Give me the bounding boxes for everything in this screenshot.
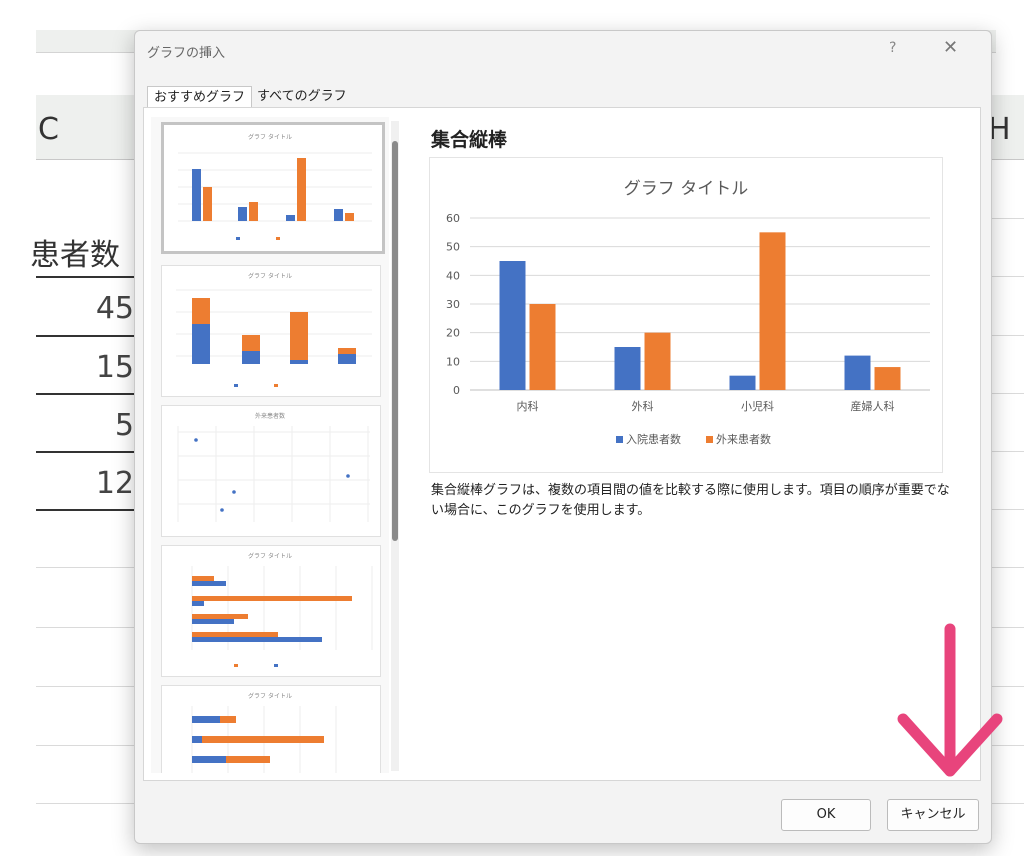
tab-all-charts[interactable]: すべてのグラフ — [251, 86, 353, 108]
thumbnail-scatter[interactable]: 外来患者数 — [161, 405, 381, 537]
bar-series2 — [644, 332, 671, 390]
legend-swatch — [706, 436, 713, 443]
bar-series2 — [759, 232, 786, 390]
y-tick-label: 0 — [453, 384, 460, 397]
bar-series2 — [529, 304, 556, 390]
x-tick-label: 産婦人科 — [851, 399, 895, 413]
column-header-c-label: C — [38, 112, 59, 147]
y-tick-label: 20 — [446, 327, 460, 340]
chart-preview-pane: 集合縦棒 グラフ タイトル 0 10 20 30 40 50 60 内科 外科 小児科 産婦人科入院患… — [421, 117, 967, 773]
cell-value[interactable]: 45 — [34, 291, 134, 326]
x-tick-label: 小児科 — [741, 399, 774, 413]
y-tick-label: 50 — [446, 241, 460, 254]
cell-value[interactable]: 15 — [34, 350, 134, 385]
down-arrow-annotation-icon — [897, 623, 1003, 777]
chart-thumbnail-list: グラフ タイトル グラフ タイトル 外来患者数 グラフ タイトル グラフ タイト… — [151, 117, 389, 773]
thumbnail-stacked-column[interactable]: グラフ タイトル — [161, 265, 381, 397]
chart-description: 集合縦棒グラフは、複数の項目間の値を比較する際に使用します。項目の順序が重要でな… — [431, 483, 950, 518]
tab-recommended-charts[interactable]: おすすめグラフ — [147, 86, 253, 109]
bar-series1 — [729, 375, 756, 390]
legend-swatch — [616, 436, 623, 443]
thumbnail-title: グラフ タイトル — [248, 133, 292, 141]
thumbnail-title: 外来患者数 — [255, 412, 285, 420]
y-tick-label: 30 — [446, 298, 460, 311]
bar-series1 — [499, 261, 526, 390]
y-tick-label: 40 — [446, 269, 460, 282]
cancel-button[interactable]: キャンセル — [887, 799, 979, 831]
x-tick-label: 内科 — [517, 399, 539, 413]
x-tick-label: 外科 — [632, 399, 654, 413]
cell-value[interactable]: 12 — [34, 466, 134, 501]
thumbnail-title: グラフ タイトル — [248, 272, 292, 280]
chart-svg: グラフ タイトル 0 10 20 30 40 50 60 内科 外科 小児科 産婦人科入院患者数 外来患… — [446, 179, 930, 446]
y-tick-label: 60 — [446, 212, 460, 225]
thumbnail-clustered-column[interactable]: グラフ タイトル — [161, 122, 385, 254]
selected-chart-type: 集合縦棒 — [431, 129, 508, 151]
thumbnail-stacked-bar[interactable]: グラフ タイトル — [161, 685, 381, 773]
cell-header-patients[interactable]: 患者数 — [30, 230, 120, 274]
bar-series1 — [614, 347, 641, 390]
ok-button[interactable]: OK — [781, 799, 871, 831]
legend-label: 入院患者数 — [626, 432, 681, 446]
y-tick-label: 10 — [446, 355, 460, 368]
help-icon[interactable]: ? — [889, 40, 896, 56]
scrollbar-thumb[interactable] — [392, 141, 398, 541]
thumbnail-scrollbar[interactable] — [391, 121, 399, 771]
chart-title: グラフ タイトル — [624, 179, 748, 199]
bar-series1 — [844, 355, 871, 390]
bar-series2 — [874, 367, 901, 390]
dialog-title: グラフの挿入 — [147, 46, 226, 61]
cell-value[interactable]: 5 — [34, 408, 134, 443]
thumbnail-title: グラフ タイトル — [248, 692, 292, 700]
chart-preview: グラフ タイトル 0 10 20 30 40 50 60 内科 外科 小児科 産婦人科入院患者数 外来患… — [429, 157, 943, 473]
close-icon[interactable]: ✕ — [943, 37, 958, 58]
thumbnail-title: グラフ タイトル — [248, 552, 292, 560]
legend-label: 外来患者数 — [716, 433, 771, 446]
insert-chart-dialog: グラフの挿入 ? ✕ おすすめグラフ すべてのグラフ グラフ タイトル グラフ … — [134, 30, 1003, 844]
thumbnail-clustered-bar[interactable]: グラフ タイトル — [161, 545, 381, 677]
